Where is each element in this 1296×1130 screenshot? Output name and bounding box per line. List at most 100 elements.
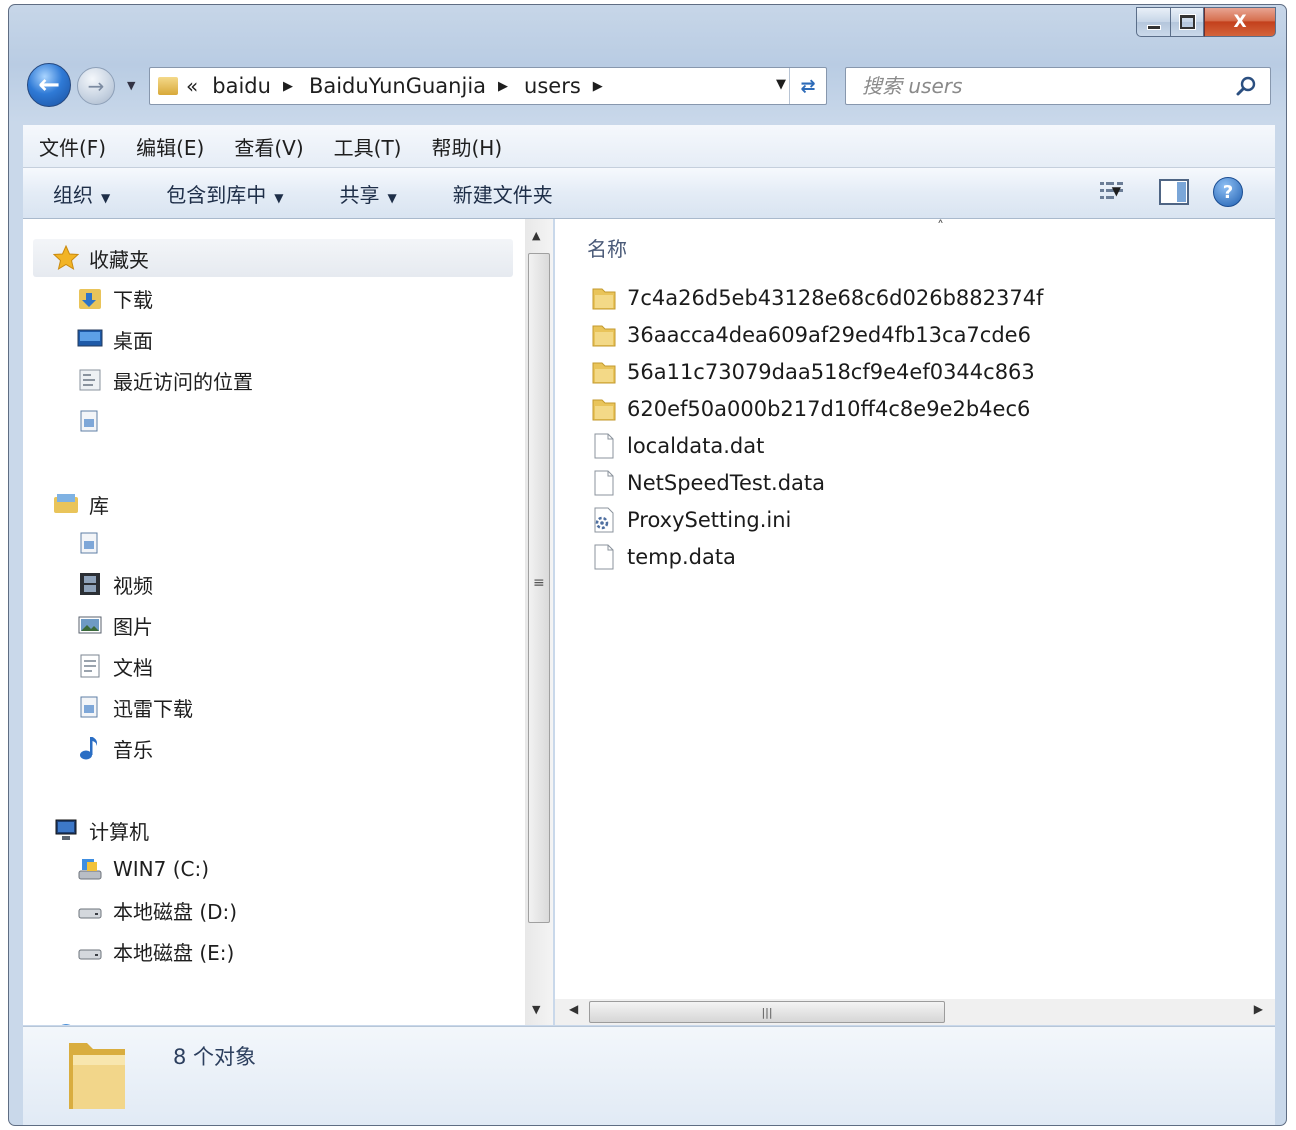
nav-pane-scrollbar[interactable]: ▲ ≡ ▼ [525,219,553,1025]
file-name: localdata.dat [627,434,765,458]
file-name: 56a11c73079daa518cf9e4ef0344c863 [627,360,1035,384]
preview-pane-icon[interactable] [1159,179,1189,205]
folder-icon [591,358,617,386]
nav-item-drive-d[interactable]: 本地磁盘 (D:) [77,893,237,927]
nav-item-videos[interactable]: 视频 [77,567,153,601]
computer-icon [53,817,79,843]
list-item[interactable]: 7c4a26d5eb43128e68c6d026b882374f [591,281,1043,315]
list-item[interactable]: 36aacca4dea609af29ed4fb13ca7cde6 [591,318,1031,352]
navigation-pane: 收藏夹 下载 桌面 最近访问的位置 库 视频 图片 文档 迅雷下载 音乐 计算机… [23,219,525,1025]
nav-item-music[interactable]: 音乐 [77,731,153,765]
nav-item-documents[interactable]: 文档 [77,649,153,683]
file-icon [591,432,617,460]
folder-icon [69,1043,125,1109]
nav-network-header[interactable]: 网络 [33,1015,513,1025]
nav-item-xunlei-downloads[interactable]: 迅雷下载 [77,690,193,724]
nav-network-label: 网络 [89,1020,129,1026]
back-button[interactable]: ← [27,63,71,107]
generic-library-icon [77,694,103,720]
nav-item-drive-e[interactable]: 本地磁盘 (E:) [77,934,234,968]
breadcrumb-overflow[interactable]: « [186,74,198,98]
help-icon[interactable]: ? [1213,177,1243,207]
scrollbar-thumb[interactable]: ||| [589,1001,945,1023]
recent-pages-dropdown[interactable]: ▼ [127,79,135,92]
forward-button[interactable]: → [77,67,115,105]
details-pane: 8 个对象 [23,1026,1275,1125]
minimize-icon [1146,24,1161,30]
nav-libraries-label: 库 [89,493,109,518]
nav-item-desktop[interactable]: 桌面 [77,322,153,356]
maximize-button[interactable] [1170,7,1204,37]
organize-label: 组织 [53,182,93,207]
nav-favorites-header[interactable]: 收藏夹 [33,239,513,277]
maximize-icon [1179,15,1195,29]
breadcrumb-separator-icon[interactable]: ▶ [283,79,293,94]
nav-item-recent-places[interactable]: 最近访问的位置 [77,363,253,397]
scroll-right-icon[interactable]: ▶ [1254,1002,1263,1016]
caption-buttons: X [1136,7,1276,37]
recent-places-icon [77,367,103,393]
breadcrumb-baiduyunguanjia[interactable]: BaiduYunGuanjia [309,74,486,98]
nav-item-label: 视频 [113,573,153,598]
file-icon [591,543,617,571]
include-library-label: 包含到库中 [166,182,267,207]
nav-item-label: 迅雷下载 [113,696,193,721]
nav-computer-header[interactable]: 计算机 [33,811,513,849]
network-icon [53,1021,79,1025]
back-arrow-icon: ← [38,70,60,100]
breadcrumb-separator-icon[interactable]: ▶ [593,79,603,94]
scroll-up-icon[interactable]: ▲ [532,229,540,242]
menu-help[interactable]: 帮助(H) [431,132,502,161]
organize-button[interactable]: 组织 ▼ [53,179,110,208]
close-button[interactable]: X [1204,7,1276,37]
search-icon[interactable] [1236,75,1258,97]
nav-libraries-header[interactable]: 库 [33,485,513,523]
list-item[interactable]: ProxySetting.ini [591,503,791,537]
scroll-down-icon[interactable]: ▼ [532,1003,540,1016]
nav-item-drive-c[interactable]: WIN7 (C:) [77,852,209,886]
breadcrumb-users[interactable]: users [524,74,581,98]
view-dropdown-icon[interactable]: ▼ [1112,184,1121,198]
breadcrumb-separator-icon[interactable]: ▶ [498,79,508,94]
folder-icon [591,321,617,349]
column-header-name[interactable]: 名称 [587,233,627,262]
menu-file[interactable]: 文件(F) [39,132,106,161]
file-name: NetSpeedTest.data [627,471,826,495]
list-item[interactable]: localdata.dat [591,429,764,463]
search-box[interactable] [845,67,1271,105]
nav-item-downloads[interactable]: 下载 [77,281,153,315]
list-item[interactable]: 56a11c73079daa518cf9e4ef0344c863 [591,355,1035,389]
list-item[interactable]: temp.data [591,540,736,574]
folder-icon [591,395,617,423]
scroll-left-icon[interactable]: ◀ [569,1002,578,1016]
breadcrumb-baidu[interactable]: baidu [212,74,271,98]
share-label: 共享 [339,182,380,207]
file-name: temp.data [627,545,736,569]
scroll-grip-icon: ||| [761,1005,773,1019]
file-list-horizontal-scrollbar[interactable]: ◀ ||| ▶ [555,999,1275,1025]
menu-tools[interactable]: 工具(T) [334,132,402,161]
refresh-button[interactable]: ⇄ [789,68,826,104]
nav-item-generic-library[interactable] [77,526,113,560]
settings-file-icon [591,506,617,534]
list-item[interactable]: 620ef50a000b217d10ff4c8e9e2b4ec6 [591,392,1030,426]
nav-item-label: 音乐 [113,737,153,762]
search-input[interactable] [860,73,1214,99]
address-bar[interactable]: « baidu ▶ BaiduYunGuanjia ▶ users ▶ ▼ ⇄ [149,67,827,105]
address-history-dropdown[interactable]: ▼ [776,77,786,92]
nav-item-pictures[interactable]: 图片 [77,608,153,642]
nav-item-generic-favorite[interactable] [77,404,113,438]
new-folder-button[interactable]: 新建文件夹 [453,179,553,208]
share-button[interactable]: 共享 ▼ [339,179,396,208]
nav-item-label: 桌面 [113,328,153,353]
minimize-button[interactable] [1136,7,1170,37]
generic-library-icon [77,530,103,556]
system-drive-icon [77,856,103,882]
list-item[interactable]: NetSpeedTest.data [591,466,825,500]
include-in-library-button[interactable]: 包含到库中 ▼ [166,179,283,208]
menu-edit[interactable]: 编辑(E) [136,132,204,161]
menu-view[interactable]: 查看(V) [234,132,303,161]
nav-item-label: 本地磁盘 (D:) [113,899,238,924]
nav-item-label: 图片 [113,614,153,639]
chevron-down-icon: ▼ [101,190,111,205]
